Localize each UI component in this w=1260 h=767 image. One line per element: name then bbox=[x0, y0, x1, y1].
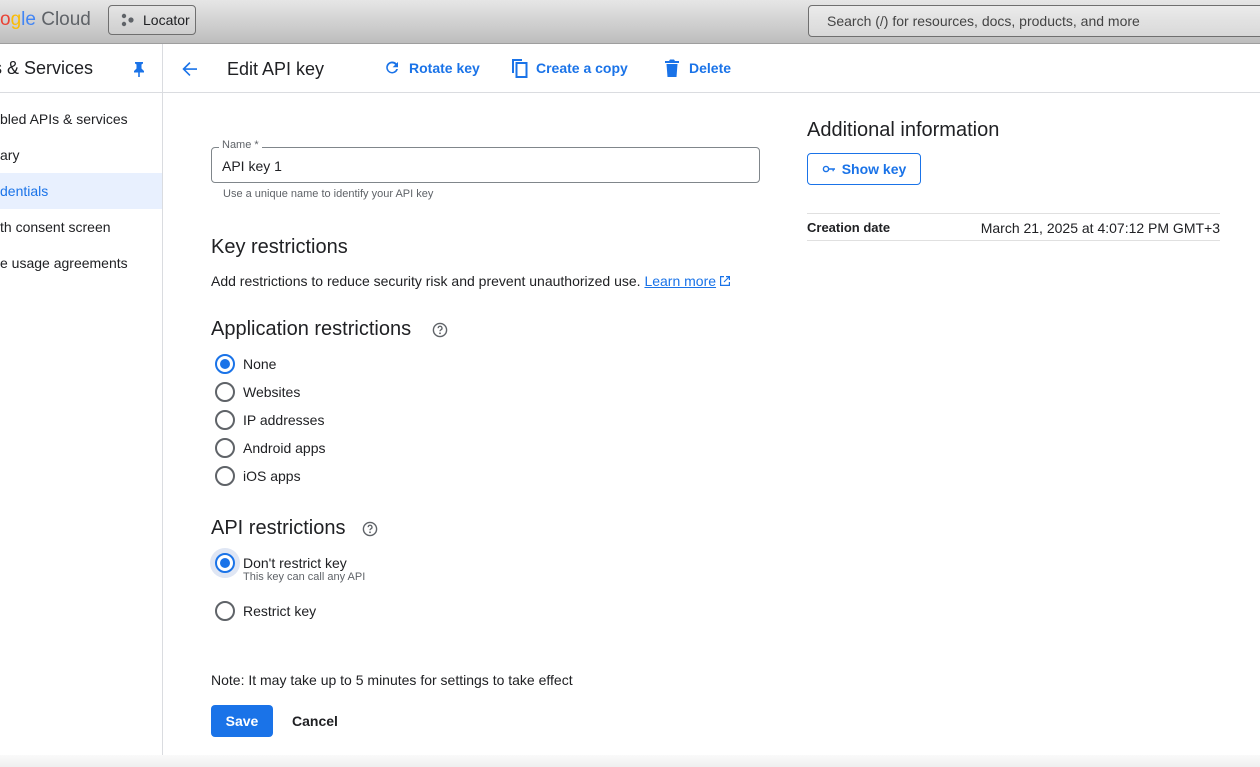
project-dots-icon bbox=[121, 13, 134, 27]
sidebar: s & Services bled APIs & services ary de… bbox=[0, 44, 163, 767]
radio-label: Websites bbox=[243, 384, 301, 400]
sidebar-item-library[interactable]: ary bbox=[0, 137, 162, 173]
name-field-hint: Use a unique name to identify your API k… bbox=[223, 188, 434, 200]
sidebar-item-label: ary bbox=[0, 147, 20, 163]
radio-button[interactable] bbox=[215, 382, 235, 402]
action-bar: Edit API key Rotate key Create a copy De… bbox=[163, 44, 1260, 93]
rotate-key-label: Rotate key bbox=[409, 60, 480, 76]
sidebar-nav: bled APIs & services ary dentials th con… bbox=[0, 93, 162, 281]
sidebar-title: s & Services bbox=[0, 58, 94, 78]
creation-date-label: Creation date bbox=[807, 220, 891, 235]
sidebar-item-credentials[interactable]: dentials bbox=[0, 173, 162, 209]
application-restrictions-heading: Application restrictions bbox=[211, 318, 412, 340]
google-cloud-logo[interactable]: ogle Cloud bbox=[0, 9, 91, 31]
cancel-button[interactable]: Cancel bbox=[285, 705, 345, 737]
search-placeholder: Search (/) for resources, docs, products… bbox=[827, 13, 1140, 29]
name-input[interactable] bbox=[211, 147, 760, 183]
project-label: Locator bbox=[143, 12, 190, 28]
sidebar-item-label: bled APIs & services bbox=[0, 111, 128, 127]
api-restrictions-heading: API restrictions bbox=[211, 517, 346, 539]
create-copy-button[interactable]: Create a copy bbox=[510, 58, 628, 78]
copy-icon bbox=[512, 59, 528, 78]
sidebar-item-oauth-consent[interactable]: th consent screen bbox=[0, 209, 162, 245]
learn-more-link[interactable]: Learn more bbox=[644, 273, 716, 289]
help-icon[interactable] bbox=[432, 322, 448, 338]
radio-api-restrict[interactable]: Restrict key bbox=[215, 601, 316, 621]
save-button[interactable]: Save bbox=[211, 705, 273, 737]
key-restrictions-description: Add restrictions to reduce security risk… bbox=[211, 273, 731, 289]
radio-label: IP addresses bbox=[243, 412, 325, 428]
radio-app-android[interactable]: Android apps bbox=[215, 438, 326, 458]
radio-app-websites[interactable]: Websites bbox=[215, 382, 300, 402]
radio-app-ios[interactable]: iOS apps bbox=[215, 466, 301, 486]
key-restrictions-heading: Key restrictions bbox=[211, 236, 348, 258]
creation-date-value: March 21, 2025 at 4:07:12 PM GMT+3 bbox=[980, 220, 1220, 236]
radio-button-checked[interactable] bbox=[215, 354, 235, 374]
radio-sublabel: This key can call any API bbox=[243, 571, 366, 583]
sidebar-item-label: e usage agreements bbox=[0, 255, 128, 271]
radio-app-none[interactable]: None bbox=[215, 354, 276, 374]
sidebar-item-label: dentials bbox=[0, 183, 49, 199]
settings-note: Note: It may take up to 5 minutes for se… bbox=[211, 672, 573, 688]
creation-date-row: Creation date March 21, 2025 at 4:07:12 … bbox=[807, 213, 1220, 241]
logo-part: Cloud bbox=[35, 9, 91, 30]
pin-icon[interactable] bbox=[132, 61, 146, 77]
sidebar-item-enabled-apis[interactable]: bled APIs & services bbox=[0, 101, 162, 137]
radio-label: iOS apps bbox=[243, 468, 301, 484]
sidebar-header: s & Services bbox=[0, 44, 162, 93]
radio-label: Restrict key bbox=[243, 603, 317, 619]
radio-api-dont-restrict[interactable]: Don't restrict key This key can call any… bbox=[215, 553, 365, 583]
top-bar: ogle Cloud Locator Search (/) for resour… bbox=[0, 0, 1260, 44]
key-icon bbox=[822, 165, 835, 173]
logo-part: o bbox=[0, 9, 11, 30]
rotate-key-button[interactable]: Rotate key bbox=[383, 58, 480, 78]
project-picker-button[interactable]: Locator bbox=[108, 5, 196, 35]
radio-label: Android apps bbox=[243, 440, 326, 456]
radio-label: Don't restrict key bbox=[243, 555, 347, 571]
radio-button[interactable] bbox=[215, 466, 235, 486]
logo-part: le bbox=[21, 9, 36, 30]
sidebar-item-page-usage-agreements[interactable]: e usage agreements bbox=[0, 245, 162, 281]
external-link-icon bbox=[720, 276, 731, 286]
radio-button[interactable] bbox=[215, 438, 235, 458]
sidebar-item-label: th consent screen bbox=[0, 219, 111, 235]
search-input[interactable]: Search (/) for resources, docs, products… bbox=[808, 5, 1260, 37]
radio-label: None bbox=[243, 356, 277, 372]
radio-app-ip-addresses[interactable]: IP addresses bbox=[215, 410, 324, 430]
additional-info-heading: Additional information bbox=[807, 119, 1000, 141]
delete-button[interactable]: Delete bbox=[663, 58, 731, 78]
radio-button-checked[interactable] bbox=[215, 553, 235, 573]
page-title: Edit API key bbox=[227, 59, 325, 79]
key-restrictions-text: Add restrictions to reduce security risk… bbox=[211, 273, 641, 289]
help-icon[interactable] bbox=[362, 521, 378, 537]
radio-button[interactable] bbox=[215, 601, 235, 621]
trash-icon bbox=[665, 59, 679, 77]
logo-part: g bbox=[10, 9, 22, 30]
back-arrow-icon[interactable] bbox=[181, 60, 199, 78]
show-key-label: Show key bbox=[841, 161, 907, 177]
bottom-edge bbox=[0, 755, 1260, 767]
name-field-label: Name * bbox=[219, 139, 262, 151]
delete-label: Delete bbox=[689, 60, 732, 76]
refresh-icon bbox=[386, 61, 398, 74]
name-field-value: API key 1 bbox=[222, 158, 282, 174]
create-copy-label: Create a copy bbox=[536, 60, 628, 76]
show-key-button[interactable]: Show key bbox=[807, 153, 921, 185]
radio-text-group: Don't restrict key This key can call any… bbox=[243, 553, 365, 583]
radio-button[interactable] bbox=[215, 410, 235, 430]
